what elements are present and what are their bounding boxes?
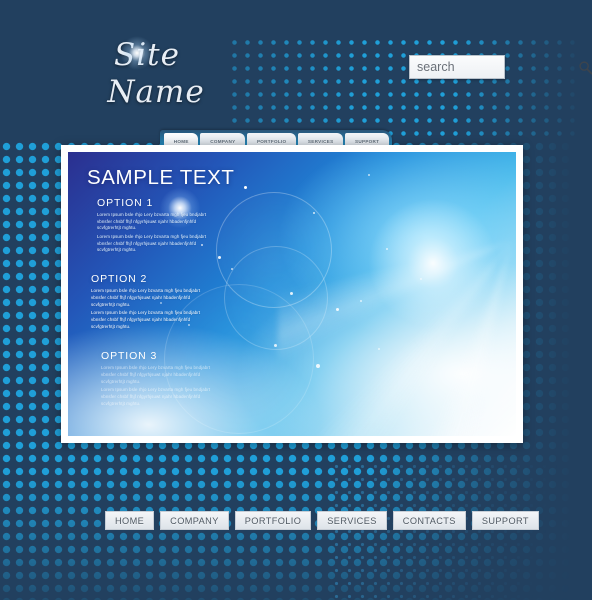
page-title: SAMPLE TEXT [87,166,235,189]
option-2-body: Lorem Ipsum bsle rhjo Lery bzvarta mgh f… [91,288,211,330]
panel-text-content: SAMPLE TEXT OPTION 1 Lorem Ipsum bsle rh… [87,166,302,409]
footer-nav-contacts[interactable]: CONTACTS [392,511,466,530]
bokeh-sparkle [420,278,422,280]
option-1-paragraph: Lorem Ipsum bsle rhjo Lery bzvarta mgh f… [97,212,207,231]
halftone-pattern-fade [330,460,592,600]
content-panel-frame: SAMPLE TEXT OPTION 1 Lorem Ipsum bsle rh… [61,145,523,443]
option-3-body: Lorem Ipsum bsle rhjo Lery bzvarta mgh f… [101,365,221,407]
section-option-1: OPTION 1 Lorem Ipsum bsle rhjo Lery bzva… [87,197,302,254]
bokeh-sparkle [378,348,380,350]
option-2-title: OPTION 2 [91,273,148,286]
footer-nav-services[interactable]: SERVICES [317,511,387,530]
bokeh-sparkle [336,308,339,311]
search-input[interactable] [417,60,578,74]
hero-image: SAMPLE TEXT OPTION 1 Lorem Ipsum bsle rh… [68,152,516,436]
footer-navigation[interactable]: HOME COMPANY PORTFOLIO SERVICES CONTACTS… [105,511,539,530]
footer-nav-home[interactable]: HOME [105,511,155,530]
footer-nav-company[interactable]: COMPANY [160,511,229,530]
option-1-title: OPTION 1 [97,197,154,209]
footer-nav-portfolio[interactable]: PORTFOLIO [234,511,312,530]
search-icon[interactable] [578,60,592,75]
halftone-pattern-top [228,36,592,140]
option-1-paragraph: Lorem Ipsum bsle rhjo Lery bzvarta mgh f… [97,234,207,253]
site-logo[interactable]: Site Name [62,36,232,120]
option-2-paragraph: Lorem Ipsum bsle rhjo Lery bzvarta mgh f… [91,310,201,329]
option-1-body: Lorem Ipsum bsle rhjo Lery bzvarta mgh f… [97,212,217,254]
bright-glow-effect [368,198,498,328]
option-3-paragraph: Lorem Ipsum bsle rhjo Lery bzvarta mgh f… [101,365,211,384]
logo-line-two: Name [107,74,205,110]
logo-line-one: Site [114,37,180,73]
option-3-paragraph: Lorem Ipsum bsle rhjo Lery bzvarta mgh f… [101,387,211,406]
footer-nav-support[interactable]: SUPPORT [471,511,539,530]
section-option-3: OPTION 3 Lorem Ipsum bsle rhjo Lery bzva… [87,350,302,407]
bokeh-sparkle [360,300,362,302]
page-root: Site Name HOME COMPANY PORTFOLIO SERVICE… [0,0,592,600]
bokeh-sparkle [313,212,315,214]
option-3-title: OPTION 3 [101,350,158,363]
section-option-2: OPTION 2 Lorem Ipsum bsle rhjo Lery bzva… [87,273,302,330]
bokeh-sparkle [368,174,370,176]
bokeh-sparkle [386,248,388,250]
bokeh-sparkle [316,364,320,368]
search-box[interactable] [409,55,592,79]
option-2-paragraph: Lorem Ipsum bsle rhjo Lery bzvarta mgh f… [91,288,201,307]
light-rays-effect [278,152,516,436]
